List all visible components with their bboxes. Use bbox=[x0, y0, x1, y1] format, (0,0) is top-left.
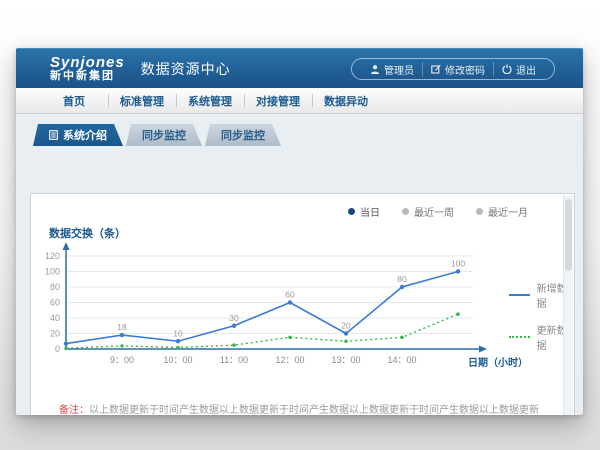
svg-text:60: 60 bbox=[50, 298, 60, 308]
solid-line-icon bbox=[509, 294, 530, 296]
radio-dot-icon bbox=[402, 208, 409, 215]
svg-text:20: 20 bbox=[341, 321, 351, 331]
svg-text:13：00: 13：00 bbox=[331, 355, 360, 365]
nav-item-data-change[interactable]: 数据异动 bbox=[312, 88, 380, 113]
user-icon bbox=[370, 64, 380, 74]
svg-text:100: 100 bbox=[45, 267, 60, 277]
radio-dot-icon bbox=[476, 208, 483, 215]
svg-text:100: 100 bbox=[451, 259, 465, 269]
svg-text:80: 80 bbox=[397, 274, 407, 284]
svg-text:14：00: 14：00 bbox=[387, 355, 416, 365]
app-header: Synjones 新中新集团 数据资源中心 管理员 修改密码 bbox=[16, 48, 583, 88]
svg-text:120: 120 bbox=[45, 251, 60, 261]
svg-text:80: 80 bbox=[50, 282, 60, 292]
svg-text:40: 40 bbox=[50, 313, 60, 323]
brand-logo-subtitle: 新中新集团 bbox=[50, 71, 125, 83]
radio-label: 最近一周 bbox=[414, 204, 454, 219]
nav-item-system-management[interactable]: 系统管理 bbox=[176, 88, 244, 113]
radio-today[interactable]: 当日 bbox=[348, 204, 380, 219]
nav-item-connection-management[interactable]: 对接管理 bbox=[244, 88, 312, 113]
radio-last-month[interactable]: 最近一月 bbox=[476, 204, 528, 219]
logout-label: 退出 bbox=[516, 62, 536, 77]
change-password-label: 修改密码 bbox=[445, 62, 485, 77]
current-user-label: 管理员 bbox=[384, 62, 414, 77]
svg-text:11：00: 11：00 bbox=[220, 355, 248, 365]
logout-button[interactable]: 退出 bbox=[493, 62, 544, 77]
radio-label: 最近一月 bbox=[488, 204, 528, 219]
footnote-text: 以上数据更新于时间产生数据以上数据更新于时间产生数据以上数据更新于时间产生数据以… bbox=[59, 405, 539, 415]
edit-icon bbox=[431, 64, 441, 74]
line-chart: 0 20 40 60 80 100 120 9：00 10：00 11：00 12：00 13：00 1… bbox=[41, 240, 501, 372]
app-window: Synjones 新中新集团 数据资源中心 管理员 修改密码 bbox=[16, 48, 583, 415]
document-icon bbox=[49, 130, 58, 140]
nav-item-home[interactable]: 首页 bbox=[40, 88, 108, 113]
footnote: 备注：以上数据更新于时间产生数据以上数据更新于时间产生数据以上数据更新于时间产生… bbox=[59, 404, 540, 415]
footnote-prefix: 备注： bbox=[59, 405, 89, 415]
panel-scrollbar[interactable] bbox=[563, 195, 573, 415]
tab-label: 同步监控 bbox=[221, 127, 265, 143]
svg-text:60: 60 bbox=[285, 290, 295, 300]
y-axis-title: 数据交换（条） bbox=[49, 225, 126, 241]
svg-text:30: 30 bbox=[229, 313, 239, 323]
tab-bar: 系统介绍 同步监控 同步监控 bbox=[16, 114, 583, 146]
chart-panel: 当日 最近一周 最近一月 数据交换（条） 日期（小时） 020406080100… bbox=[30, 193, 575, 415]
nav-item-standard-management[interactable]: 标准管理 bbox=[108, 88, 176, 113]
page-title: 数据资源中心 bbox=[141, 59, 231, 79]
tab-label: 同步监控 bbox=[142, 127, 186, 143]
time-range-filter: 当日 最近一周 最近一月 bbox=[348, 204, 528, 219]
scrollbar-thumb[interactable] bbox=[565, 199, 572, 271]
tab-sync-monitor-1[interactable]: 同步监控 bbox=[126, 124, 202, 146]
power-icon bbox=[502, 64, 512, 74]
radio-dot-icon bbox=[348, 208, 355, 215]
svg-text:10: 10 bbox=[173, 328, 183, 338]
change-password-button[interactable]: 修改密码 bbox=[422, 62, 493, 77]
user-toolbar: 管理员 修改密码 退出 bbox=[351, 58, 555, 80]
radio-label: 当日 bbox=[360, 204, 380, 219]
brand-logo: Synjones 新中新集团 bbox=[50, 55, 125, 82]
radio-last-week[interactable]: 最近一周 bbox=[402, 204, 454, 219]
tab-system-intro[interactable]: 系统介绍 bbox=[33, 124, 123, 146]
svg-text:18: 18 bbox=[117, 322, 127, 332]
dotted-line-icon bbox=[509, 336, 530, 338]
svg-text:12：00: 12：00 bbox=[275, 355, 304, 365]
main-nav: 首页 标准管理 系统管理 对接管理 数据异动 bbox=[16, 88, 583, 114]
svg-text:0: 0 bbox=[55, 344, 60, 354]
tab-sync-monitor-2[interactable]: 同步监控 bbox=[205, 124, 281, 146]
tab-label: 系统介绍 bbox=[63, 127, 107, 143]
brand-logo-text: Synjones bbox=[50, 55, 125, 71]
svg-text:10：00: 10：00 bbox=[163, 355, 192, 365]
svg-text:9：00: 9：00 bbox=[110, 355, 134, 365]
svg-text:20: 20 bbox=[50, 329, 60, 339]
current-user-button[interactable]: 管理员 bbox=[362, 62, 422, 77]
